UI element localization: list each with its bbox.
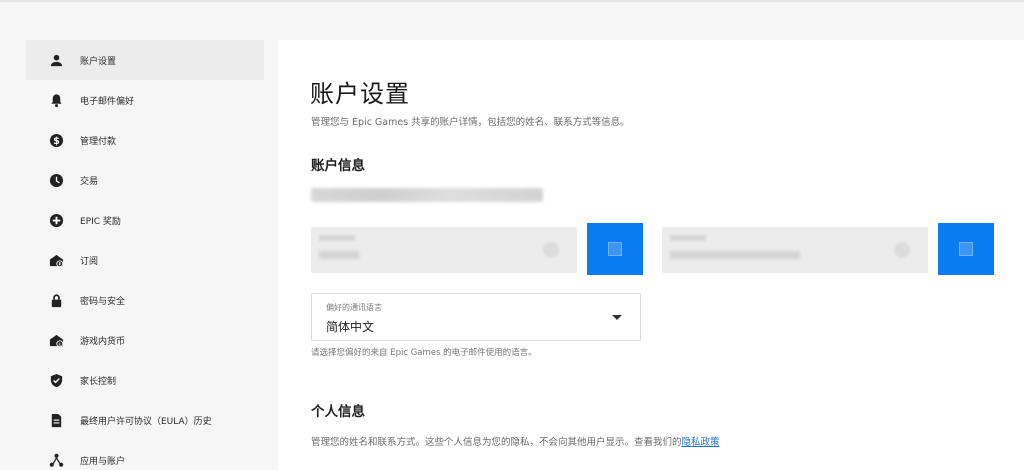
sidebar-item-label: 游戏内货币	[80, 336, 126, 347]
bell-icon	[48, 92, 64, 108]
sidebar-item-apps-accounts[interactable]: 应用与账户	[26, 440, 264, 470]
email-field[interactable]	[662, 227, 928, 273]
sidebar-item-label: 交易	[80, 176, 99, 187]
edit-icon	[959, 242, 973, 256]
edit-icon	[608, 242, 622, 256]
sidebar-item-manage-payments[interactable]: $ 管理付款	[26, 120, 264, 160]
privacy-policy-link[interactable]: 隐私政策	[682, 437, 720, 448]
currency-icon: $	[48, 332, 64, 348]
apps-icon	[48, 452, 64, 468]
language-help-text: 请选择您偏好的来自 Epic Games 的电子邮件使用的语言。	[311, 348, 537, 358]
sidebar-item-in-game-currency[interactable]: $ 游戏内货币	[26, 320, 264, 360]
sidebar-item-password-security[interactable]: 密码与安全	[26, 280, 264, 320]
svg-text:$: $	[53, 135, 60, 146]
edit-display-name-button[interactable]	[587, 223, 643, 275]
caret-down-icon	[612, 315, 622, 320]
person-icon	[48, 52, 64, 68]
sidebar-item-label: 订阅	[80, 256, 99, 267]
sidebar-item-subscriptions[interactable]: 订阅	[26, 240, 264, 280]
sidebar-item-label: 管理付款	[80, 136, 117, 147]
sidebar-item-eula-history[interactable]: 最终用户许可协议（EULA）历史	[26, 400, 264, 440]
page-subtitle: 管理您与 Epic Games 共享的账户详情，包括您的姓名、联系方式等信息。	[311, 117, 630, 128]
personal-info-description: 管理您的姓名和联系方式。这些个人信息为您的隐私，不会向其他用户显示。查看我们的隐…	[311, 437, 720, 448]
sidebar-item-email-preferences[interactable]: 电子邮件偏好	[26, 80, 264, 120]
account-id-redacted	[311, 188, 543, 202]
document-icon	[48, 412, 64, 428]
dollar-icon: $	[48, 132, 64, 148]
sidebar-item-label: 最终用户许可协议（EULA）历史	[80, 416, 212, 427]
top-divider	[0, 0, 1024, 2]
sidebar-item-label: 密码与安全	[80, 296, 126, 307]
language-select[interactable]: 偏好的通讯语言 简体中文	[311, 293, 641, 341]
sidebar-item-epic-rewards[interactable]: EPIC 奖励	[26, 200, 264, 240]
sidebar-item-parental-controls[interactable]: 家长控制	[26, 360, 264, 400]
sidebar-item-label: 应用与账户	[80, 456, 126, 467]
sidebar-item-label: 家长控制	[80, 376, 117, 387]
info-icon	[894, 242, 910, 258]
sidebar-nav: 账户设置 电子邮件偏好 $ 管理付款 交易 EPIC 奖励 订阅 密码与安全 $…	[26, 40, 264, 470]
sidebar-item-label: 账户设置	[80, 56, 117, 67]
account-settings-panel: 账户设置 管理您与 Epic Games 共享的账户详情，包括您的姓名、联系方式…	[278, 40, 1024, 470]
sidebar-item-account-settings[interactable]: 账户设置	[26, 40, 264, 80]
language-select-label: 偏好的通讯语言	[326, 303, 382, 312]
lock-icon	[48, 292, 64, 308]
sidebar-item-transactions[interactable]: 交易	[26, 160, 264, 200]
sidebar-item-label: 电子邮件偏好	[80, 96, 135, 107]
edit-email-button[interactable]	[938, 223, 994, 275]
page-title: 账户设置	[310, 80, 410, 108]
subscription-icon	[48, 252, 64, 268]
sidebar-item-label: EPIC 奖励	[80, 216, 121, 227]
language-select-value: 简体中文	[326, 320, 375, 334]
clock-icon	[48, 172, 64, 188]
plus-circle-icon	[48, 212, 64, 228]
info-icon	[543, 242, 559, 258]
display-name-field[interactable]	[311, 227, 577, 273]
personal-info-heading: 个人信息	[311, 404, 365, 420]
svg-text:$: $	[58, 341, 61, 347]
account-info-heading: 账户信息	[311, 158, 365, 174]
shield-icon	[48, 372, 64, 388]
